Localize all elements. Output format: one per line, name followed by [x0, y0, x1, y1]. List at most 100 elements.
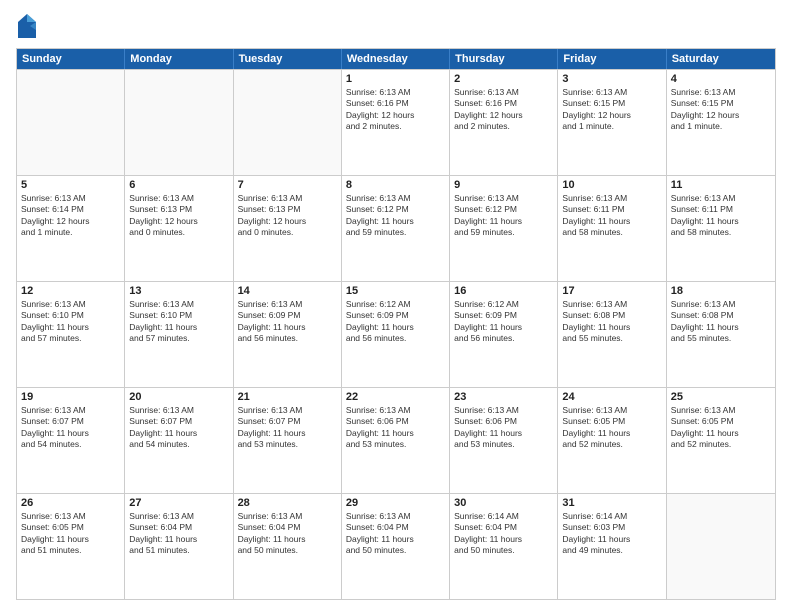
cell-day-number: 18	[671, 285, 771, 297]
cell-info: Sunrise: 6:13 AM Sunset: 6:04 PM Dayligh…	[346, 511, 445, 557]
cell-info: Sunrise: 6:13 AM Sunset: 6:16 PM Dayligh…	[346, 87, 445, 133]
calendar-cell: 13 Sunrise: 6:13 AM Sunset: 6:10 PM Dayli…	[125, 282, 233, 387]
cell-info: Sunrise: 6:13 AM Sunset: 6:05 PM Dayligh…	[562, 405, 661, 451]
cell-day-number: 3	[562, 73, 661, 85]
cell-info: Sunrise: 6:13 AM Sunset: 6:13 PM Dayligh…	[129, 193, 228, 239]
cell-info: Sunrise: 6:13 AM Sunset: 6:10 PM Dayligh…	[129, 299, 228, 345]
day-header-tuesday: Tuesday	[234, 49, 342, 69]
calendar-row-4: 19 Sunrise: 6:13 AM Sunset: 6:07 PM Dayli…	[17, 387, 775, 493]
cell-day-number: 29	[346, 497, 445, 509]
cell-info: Sunrise: 6:14 AM Sunset: 6:03 PM Dayligh…	[562, 511, 661, 557]
cell-day-number: 14	[238, 285, 337, 297]
calendar-cell: 23 Sunrise: 6:13 AM Sunset: 6:06 PM Dayli…	[450, 388, 558, 493]
calendar-cell	[17, 70, 125, 175]
cell-day-number: 23	[454, 391, 553, 403]
day-header-wednesday: Wednesday	[342, 49, 450, 69]
day-header-sunday: Sunday	[17, 49, 125, 69]
cell-info: Sunrise: 6:13 AM Sunset: 6:16 PM Dayligh…	[454, 87, 553, 133]
cell-day-number: 1	[346, 73, 445, 85]
cell-info: Sunrise: 6:13 AM Sunset: 6:07 PM Dayligh…	[129, 405, 228, 451]
cell-day-number: 15	[346, 285, 445, 297]
calendar-cell: 25 Sunrise: 6:13 AM Sunset: 6:05 PM Dayli…	[667, 388, 775, 493]
cell-info: Sunrise: 6:13 AM Sunset: 6:08 PM Dayligh…	[562, 299, 661, 345]
cell-info: Sunrise: 6:13 AM Sunset: 6:06 PM Dayligh…	[346, 405, 445, 451]
cell-info: Sunrise: 6:12 AM Sunset: 6:09 PM Dayligh…	[454, 299, 553, 345]
cell-day-number: 6	[129, 179, 228, 191]
cell-info: Sunrise: 6:13 AM Sunset: 6:04 PM Dayligh…	[238, 511, 337, 557]
cell-info: Sunrise: 6:13 AM Sunset: 6:09 PM Dayligh…	[238, 299, 337, 345]
day-header-thursday: Thursday	[450, 49, 558, 69]
day-header-monday: Monday	[125, 49, 233, 69]
cell-day-number: 2	[454, 73, 553, 85]
cell-info: Sunrise: 6:13 AM Sunset: 6:12 PM Dayligh…	[454, 193, 553, 239]
calendar-cell: 16 Sunrise: 6:12 AM Sunset: 6:09 PM Dayli…	[450, 282, 558, 387]
cell-day-number: 10	[562, 179, 661, 191]
cell-day-number: 26	[21, 497, 120, 509]
cell-day-number: 28	[238, 497, 337, 509]
calendar-cell	[125, 70, 233, 175]
calendar-cell: 31 Sunrise: 6:14 AM Sunset: 6:03 PM Dayli…	[558, 494, 666, 599]
cell-info: Sunrise: 6:13 AM Sunset: 6:15 PM Dayligh…	[562, 87, 661, 133]
cell-day-number: 4	[671, 73, 771, 85]
cell-day-number: 16	[454, 285, 553, 297]
calendar-body: 1 Sunrise: 6:13 AM Sunset: 6:16 PM Daylig…	[17, 69, 775, 599]
cell-day-number: 13	[129, 285, 228, 297]
cell-day-number: 19	[21, 391, 120, 403]
calendar-cell: 5 Sunrise: 6:13 AM Sunset: 6:14 PM Daylig…	[17, 176, 125, 281]
calendar-cell: 17 Sunrise: 6:13 AM Sunset: 6:08 PM Dayli…	[558, 282, 666, 387]
calendar-cell	[667, 494, 775, 599]
calendar-cell: 1 Sunrise: 6:13 AM Sunset: 6:16 PM Daylig…	[342, 70, 450, 175]
calendar-cell: 24 Sunrise: 6:13 AM Sunset: 6:05 PM Dayli…	[558, 388, 666, 493]
calendar-cell: 2 Sunrise: 6:13 AM Sunset: 6:16 PM Daylig…	[450, 70, 558, 175]
calendar-cell: 6 Sunrise: 6:13 AM Sunset: 6:13 PM Daylig…	[125, 176, 233, 281]
calendar-cell: 14 Sunrise: 6:13 AM Sunset: 6:09 PM Dayli…	[234, 282, 342, 387]
cell-info: Sunrise: 6:13 AM Sunset: 6:10 PM Dayligh…	[21, 299, 120, 345]
cell-info: Sunrise: 6:13 AM Sunset: 6:13 PM Dayligh…	[238, 193, 337, 239]
calendar-cell: 26 Sunrise: 6:13 AM Sunset: 6:05 PM Dayli…	[17, 494, 125, 599]
calendar-cell: 30 Sunrise: 6:14 AM Sunset: 6:04 PM Dayli…	[450, 494, 558, 599]
cell-day-number: 8	[346, 179, 445, 191]
calendar-cell: 11 Sunrise: 6:13 AM Sunset: 6:11 PM Dayli…	[667, 176, 775, 281]
cell-day-number: 9	[454, 179, 553, 191]
cell-info: Sunrise: 6:13 AM Sunset: 6:07 PM Dayligh…	[238, 405, 337, 451]
cell-info: Sunrise: 6:13 AM Sunset: 6:05 PM Dayligh…	[671, 405, 771, 451]
cell-info: Sunrise: 6:13 AM Sunset: 6:04 PM Dayligh…	[129, 511, 228, 557]
cell-day-number: 11	[671, 179, 771, 191]
cell-info: Sunrise: 6:14 AM Sunset: 6:04 PM Dayligh…	[454, 511, 553, 557]
calendar-cell: 19 Sunrise: 6:13 AM Sunset: 6:07 PM Dayli…	[17, 388, 125, 493]
calendar-cell: 10Sunrise: 6:13 AM Sunset: 6:11 PM Dayli…	[558, 176, 666, 281]
logo-icon	[16, 12, 38, 40]
calendar: SundayMondayTuesdayWednesdayThursdayFrid…	[16, 48, 776, 600]
cell-info: Sunrise: 6:13 AM Sunset: 6:07 PM Dayligh…	[21, 405, 120, 451]
cell-info: Sunrise: 6:13 AM Sunset: 6:14 PM Dayligh…	[21, 193, 120, 239]
cell-day-number: 25	[671, 391, 771, 403]
calendar-row-1: 1 Sunrise: 6:13 AM Sunset: 6:16 PM Daylig…	[17, 69, 775, 175]
calendar-cell: 18 Sunrise: 6:13 AM Sunset: 6:08 PM Dayli…	[667, 282, 775, 387]
page-header	[16, 12, 776, 40]
calendar-row-5: 26 Sunrise: 6:13 AM Sunset: 6:05 PM Dayli…	[17, 493, 775, 599]
cell-day-number: 21	[238, 391, 337, 403]
cell-day-number: 24	[562, 391, 661, 403]
calendar-cell: 7 Sunrise: 6:13 AM Sunset: 6:13 PM Daylig…	[234, 176, 342, 281]
cell-info: Sunrise: 6:13 AM Sunset: 6:05 PM Dayligh…	[21, 511, 120, 557]
cell-day-number: 5	[21, 179, 120, 191]
calendar-cell: 20 Sunrise: 6:13 AM Sunset: 6:07 PM Dayli…	[125, 388, 233, 493]
calendar-cell: 29 Sunrise: 6:13 AM Sunset: 6:04 PM Dayli…	[342, 494, 450, 599]
cell-day-number: 22	[346, 391, 445, 403]
cell-info: Sunrise: 6:13 AM Sunset: 6:11 PM Dayligh…	[671, 193, 771, 239]
calendar-cell: 22 Sunrise: 6:13 AM Sunset: 6:06 PM Dayli…	[342, 388, 450, 493]
day-header-saturday: Saturday	[667, 49, 775, 69]
cell-day-number: 30	[454, 497, 553, 509]
cell-day-number: 12	[21, 285, 120, 297]
cell-day-number: 27	[129, 497, 228, 509]
cell-day-number: 7	[238, 179, 337, 191]
calendar-row-2: 5 Sunrise: 6:13 AM Sunset: 6:14 PM Daylig…	[17, 175, 775, 281]
cell-day-number: 31	[562, 497, 661, 509]
cell-info: Sunrise: 6:13 AM Sunset: 6:06 PM Dayligh…	[454, 405, 553, 451]
cell-day-number: 17	[562, 285, 661, 297]
cell-day-number: 20	[129, 391, 228, 403]
cell-info: Sunrise: 6:13 AM Sunset: 6:12 PM Dayligh…	[346, 193, 445, 239]
cell-info: Sunrise: 6:13 AM Sunset: 6:15 PM Dayligh…	[671, 87, 771, 133]
calendar-cell: 3 Sunrise: 6:13 AM Sunset: 6:15 PM Daylig…	[558, 70, 666, 175]
cell-info: Sunrise: 6:13 AM Sunset: 6:08 PM Dayligh…	[671, 299, 771, 345]
